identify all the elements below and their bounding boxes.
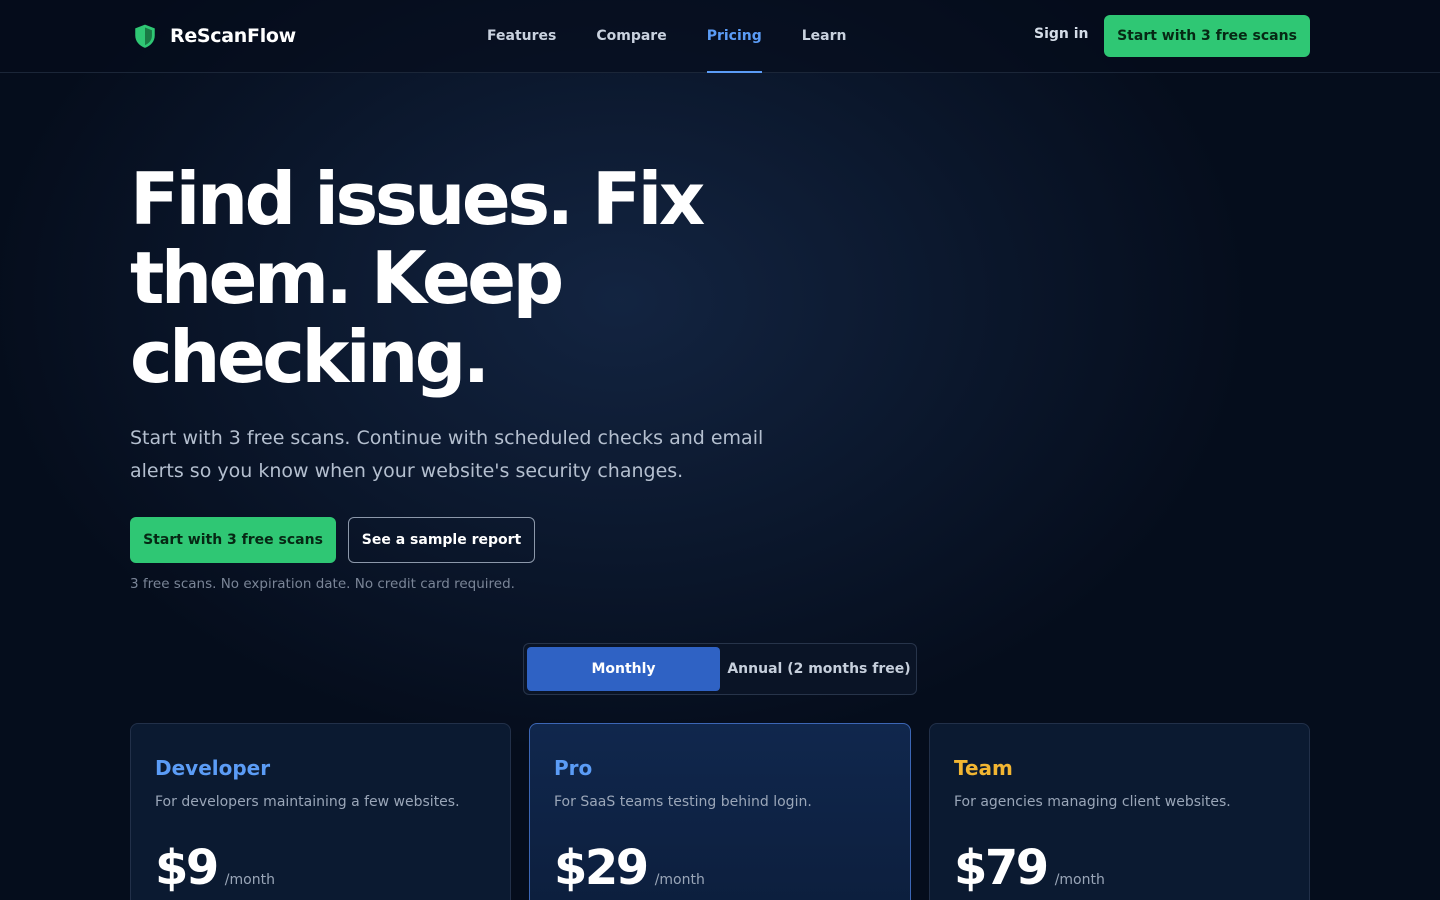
hero-fineprint: 3 free scans. No expiration date. No cre… xyxy=(130,576,515,592)
plan-description: For agencies managing client websites. xyxy=(954,794,1231,810)
plan-name: Team xyxy=(954,756,1013,780)
plan-name: Developer xyxy=(155,756,271,780)
brand-name: ReScanFlow xyxy=(170,25,296,47)
plan-card-developer: Developer For developers maintaining a f… xyxy=(130,723,511,900)
billing-toggle: Monthly Annual (2 months free) xyxy=(523,643,917,695)
plan-card-pro: Pro For SaaS teams testing behind login.… xyxy=(529,723,911,900)
nav-link-features[interactable]: Features xyxy=(487,0,556,72)
top-nav: ReScanFlow Features Compare Pricing Lear… xyxy=(0,0,1440,73)
plan-description: For developers maintaining a few website… xyxy=(155,794,460,810)
plan-description: For SaaS teams testing behind login. xyxy=(554,794,812,810)
price-amount: $29 xyxy=(554,840,649,896)
plan-name: Pro xyxy=(554,756,593,780)
price-amount: $79 xyxy=(954,840,1049,896)
main-nav: Features Compare Pricing Learn xyxy=(487,0,847,73)
billing-monthly-option[interactable]: Monthly xyxy=(527,647,720,691)
nav-link-pricing[interactable]: Pricing xyxy=(706,0,762,73)
plan-price: $79 /month xyxy=(954,840,1105,896)
brand-logo[interactable]: ReScanFlow xyxy=(132,22,296,50)
price-period: /month xyxy=(1054,872,1105,888)
sample-report-button[interactable]: See a sample report xyxy=(348,517,535,563)
hero-title: Find issues. Fix them. Keep checking. xyxy=(130,157,705,399)
plan-price: $29 /month xyxy=(554,840,705,896)
hero-start-free-button[interactable]: Start with 3 free scans xyxy=(130,517,336,563)
plan-price: $9 /month xyxy=(155,840,275,896)
billing-annual-option[interactable]: Annual (2 months free) xyxy=(724,647,914,691)
plan-card-team: Team For agencies managing client websit… xyxy=(929,723,1310,900)
nav-link-compare[interactable]: Compare xyxy=(596,0,666,72)
price-period: /month xyxy=(224,872,275,888)
price-amount: $9 xyxy=(155,840,219,896)
hero-subtitle: Start with 3 free scans. Continue with s… xyxy=(130,427,764,482)
shield-check-icon xyxy=(132,23,158,49)
nav-link-learn[interactable]: Learn xyxy=(802,0,847,72)
nav-start-free-button[interactable]: Start with 3 free scans xyxy=(1104,15,1310,57)
sign-in-link[interactable]: Sign in xyxy=(1034,26,1089,42)
price-period: /month xyxy=(654,872,705,888)
